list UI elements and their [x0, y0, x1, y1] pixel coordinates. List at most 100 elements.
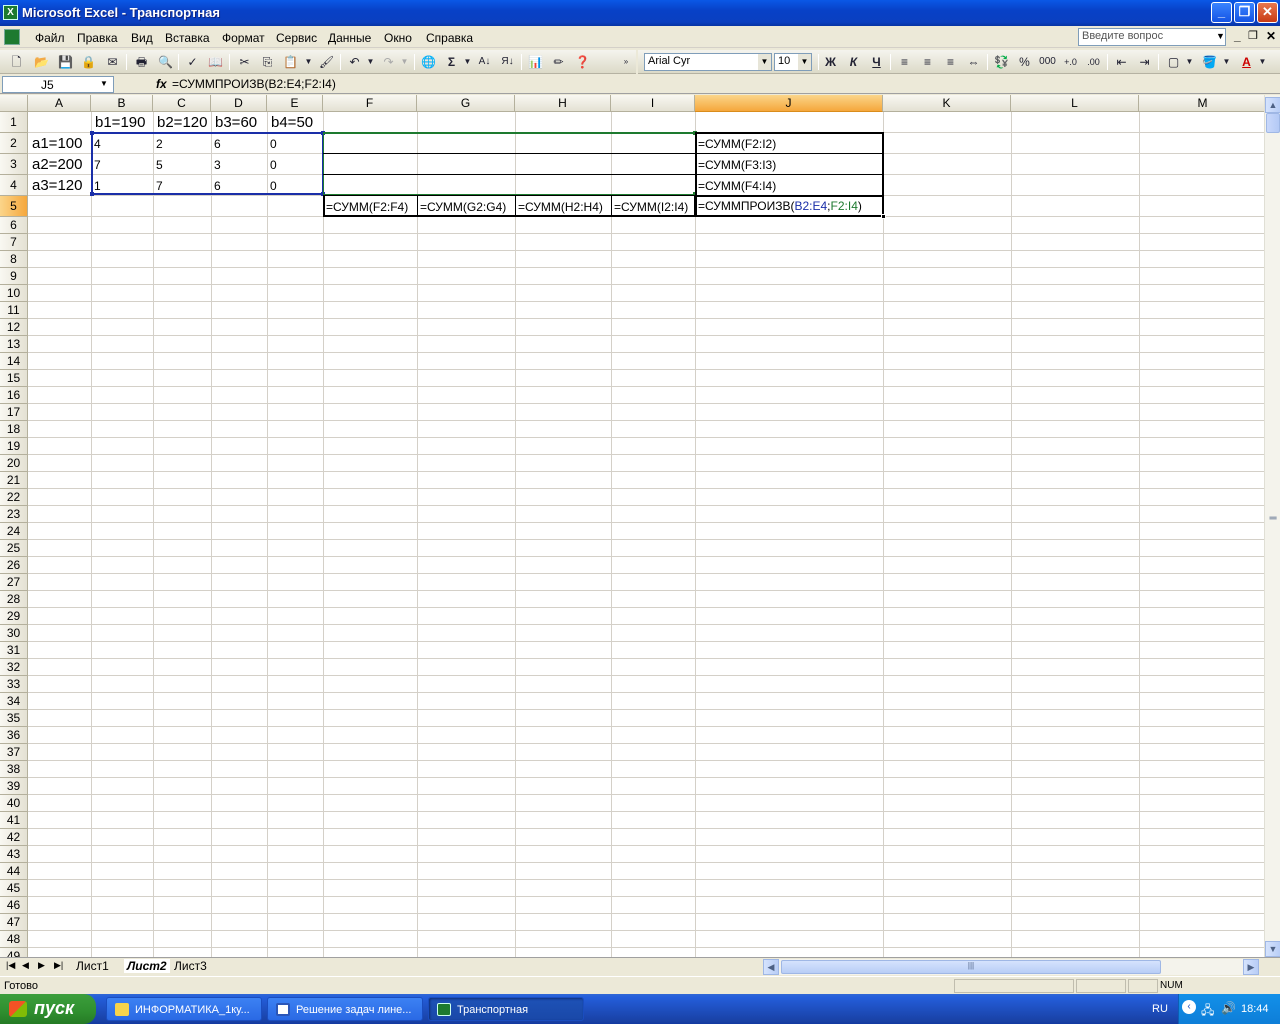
row-header[interactable]: 15 [0, 370, 28, 387]
cell-j3[interactable]: =СУММ(F3:I3) [696, 158, 776, 172]
chart-wizard-icon[interactable]: 📊 [527, 54, 544, 70]
scroll-right-icon[interactable]: ▶ [1243, 959, 1259, 975]
font-size-dropdown-icon[interactable]: ▼ [798, 54, 811, 70]
select-all-corner[interactable] [0, 95, 28, 112]
drawing-icon[interactable]: ✏ [550, 54, 567, 70]
font-name-dropdown-icon[interactable]: ▼ [758, 54, 771, 70]
fill-color-dropdown-icon[interactable]: ▼ [1218, 54, 1235, 70]
row-header[interactable]: 36 [0, 727, 28, 744]
row-header[interactable]: 25 [0, 540, 28, 557]
row-header[interactable]: 20 [0, 455, 28, 472]
sheet-tab-1[interactable]: Лист1 [76, 959, 109, 973]
menu-tools[interactable]: Сервис [276, 31, 317, 45]
close-button[interactable]: ✕ [1257, 2, 1278, 23]
row-header[interactable]: 44 [0, 863, 28, 880]
help-dropdown-icon[interactable]: ▼ [1216, 31, 1225, 41]
row-header[interactable]: 29 [0, 608, 28, 625]
comma-style-button[interactable]: 000 [1039, 54, 1056, 70]
sort-ascending-icon[interactable]: A↓ [476, 54, 493, 70]
row-header[interactable]: 24 [0, 523, 28, 540]
copy-icon[interactable]: ⎘ [259, 54, 276, 70]
row-header[interactable]: 18 [0, 421, 28, 438]
row-header[interactable]: 35 [0, 710, 28, 727]
column-header-h[interactable]: H [515, 95, 611, 112]
research-icon[interactable]: 📖 [207, 54, 224, 70]
column-header-b[interactable]: B [91, 95, 153, 112]
restore-button[interactable]: ❐ [1234, 2, 1255, 23]
scroll-left-icon[interactable]: ◀ [763, 959, 779, 975]
cut-icon[interactable]: ✂ [236, 54, 253, 70]
undo-icon[interactable]: ↶ [346, 54, 363, 70]
permission-icon[interactable]: 🔒 [80, 54, 97, 70]
sheet-tab-3[interactable]: Лист3 [174, 959, 207, 973]
row-header[interactable]: 38 [0, 761, 28, 778]
row-header[interactable]: 32 [0, 659, 28, 676]
last-sheet-icon[interactable]: ▶| [54, 960, 63, 971]
scroll-down-icon[interactable]: ▼ [1265, 941, 1280, 957]
column-header-a[interactable]: A [28, 95, 91, 112]
italic-button[interactable]: К [845, 54, 862, 70]
row-header[interactable]: 12 [0, 319, 28, 336]
cell-e1[interactable]: b4=50 [269, 114, 313, 131]
cell-f5[interactable]: =СУММ(F2:F4) [324, 200, 408, 214]
volume-icon[interactable]: 🔊 [1221, 1001, 1236, 1015]
row-header[interactable]: 26 [0, 557, 28, 574]
redo-dropdown-icon[interactable]: ▼ [396, 54, 413, 70]
cell-i5[interactable]: =СУММ(I2:I4) [612, 200, 688, 214]
row-header[interactable]: 16 [0, 387, 28, 404]
scroll-up-icon[interactable]: ▲ [1265, 97, 1280, 113]
bold-button[interactable]: Ж [822, 54, 839, 70]
row-header[interactable]: 5 [0, 196, 28, 217]
increase-indent-icon[interactable]: ⇥ [1136, 54, 1153, 70]
row-header[interactable]: 9 [0, 268, 28, 285]
row-header[interactable]: 10 [0, 285, 28, 302]
increase-decimal-icon[interactable]: +.0 [1062, 54, 1079, 70]
new-icon[interactable]: 🗋 [8, 54, 25, 70]
hyperlink-icon[interactable]: 🌐 [420, 54, 437, 70]
column-header-j[interactable]: J [695, 95, 883, 112]
row-header[interactable]: 34 [0, 693, 28, 710]
row-header[interactable]: 37 [0, 744, 28, 761]
insert-function-icon[interactable]: fx [156, 77, 167, 91]
row-header[interactable]: 49 [0, 948, 28, 957]
start-button[interactable]: пуск [0, 994, 96, 1024]
row-header[interactable]: 17 [0, 404, 28, 421]
autosum-dropdown-icon[interactable]: ▼ [459, 54, 476, 70]
prev-sheet-icon[interactable]: ◀ [22, 960, 29, 971]
row-header[interactable]: 27 [0, 574, 28, 591]
split-box[interactable]: ═ [1266, 513, 1280, 531]
vertical-scroll-thumb[interactable] [1266, 113, 1280, 133]
cell-g5[interactable]: =СУММ(G2:G4) [418, 200, 506, 214]
formula-input[interactable]: =СУММПРОИЗВ(B2:E4;F2:I4) [172, 77, 336, 91]
help-question-input[interactable]: Введите вопрос [1078, 28, 1226, 46]
column-header-g[interactable]: G [417, 95, 515, 112]
borders-dropdown-icon[interactable]: ▼ [1181, 54, 1198, 70]
doc-restore-button[interactable]: ❐ [1248, 29, 1258, 42]
row-header[interactable]: 4 [0, 175, 28, 196]
font-name-select[interactable]: Arial Cyr ▼ [644, 53, 772, 71]
percent-style-button[interactable]: % [1016, 54, 1033, 70]
help-icon[interactable]: ❓ [574, 54, 591, 70]
spelling-icon[interactable]: ✓ [184, 54, 201, 70]
column-header-c[interactable]: C [153, 95, 211, 112]
cell-j2[interactable]: =СУММ(F2:I2) [696, 137, 776, 151]
row-header[interactable]: 42 [0, 829, 28, 846]
sheet-tab-2[interactable]: Лист2 [124, 959, 170, 973]
font-color-icon[interactable]: A [1238, 54, 1255, 70]
first-sheet-icon[interactable]: |◀ [6, 960, 15, 971]
column-header-l[interactable]: L [1011, 95, 1139, 112]
row-header[interactable]: 43 [0, 846, 28, 863]
row-header[interactable]: 48 [0, 931, 28, 948]
fill-handle[interactable] [881, 214, 886, 219]
name-box[interactable]: J5 [2, 76, 114, 93]
row-header[interactable]: 46 [0, 897, 28, 914]
print-icon[interactable]: 🖶 [133, 54, 150, 70]
cell-a4[interactable]: a3=120 [30, 177, 82, 194]
row-header[interactable]: 23 [0, 506, 28, 523]
cell-c1[interactable]: b2=120 [155, 114, 207, 131]
taskbar-item-folder[interactable]: ИНФОРМАТИКА_1ку... [106, 997, 262, 1021]
row-header[interactable]: 31 [0, 642, 28, 659]
cell-a2[interactable]: a1=100 [30, 135, 82, 152]
name-box-dropdown-icon[interactable]: ▼ [100, 79, 108, 88]
cell-j5-editor[interactable]: =СУММПРОИЗВ(B2:E4;F2:I4) [696, 199, 862, 213]
